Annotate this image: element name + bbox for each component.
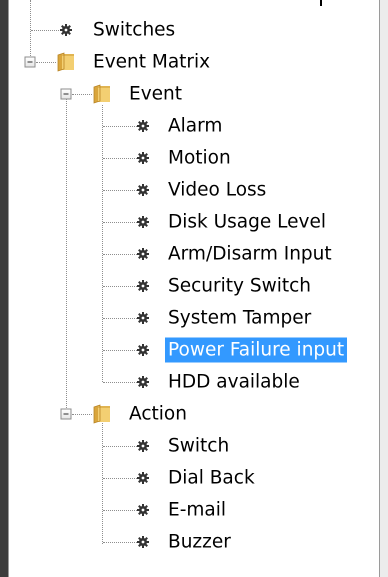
tree-item-motion[interactable]: Motion	[0, 142, 388, 174]
gear-icon	[137, 376, 150, 389]
gear-icon	[60, 24, 73, 37]
gear-icon	[137, 472, 150, 485]
gear-icon	[137, 120, 150, 133]
tree-item-label: Switch	[168, 435, 230, 457]
tree-item-label: Arm/Disarm Input	[168, 243, 332, 265]
tree-item-arm-disarm-input[interactable]: Arm/Disarm Input	[0, 238, 388, 270]
tree-item-hdd-available[interactable]: HDD available	[0, 366, 388, 398]
tree-item-switches[interactable]: Switches	[0, 14, 388, 46]
gear-icon	[137, 152, 150, 165]
tree-item-label: Alarm	[168, 115, 223, 137]
gear-icon	[137, 504, 150, 517]
tree-item-label-selected: Power Failure input	[165, 337, 348, 363]
tree-item-label: Security Switch	[168, 275, 312, 297]
tree-item-label: Video Loss	[168, 179, 267, 201]
tree-item-event-group[interactable]: Event	[0, 78, 388, 110]
tree-item-security-switch[interactable]: Security Switch	[0, 270, 388, 302]
tree-item-label: Motion	[168, 147, 231, 169]
gear-icon	[137, 536, 150, 549]
collapse-minus-icon[interactable]	[24, 56, 36, 68]
tree-item-label: System Tamper	[168, 307, 312, 329]
tree-item-label: E-mail	[168, 499, 227, 521]
folder-icon	[56, 51, 76, 73]
tree-item-video-loss[interactable]: Video Loss	[0, 174, 388, 206]
tree-item-system-tamper[interactable]: System Tamper	[0, 302, 388, 334]
tree-item-label: Action	[129, 403, 187, 425]
tree-item-power-failure-input[interactable]: Power Failure input	[0, 334, 388, 366]
folder-icon	[92, 83, 112, 105]
tree-item-label: Event	[129, 83, 182, 105]
tree-item-dial-back[interactable]: Dial Back	[0, 462, 388, 494]
gear-icon	[137, 184, 150, 197]
tree-item-label: Event Matrix	[93, 51, 211, 73]
tree-item-buzzer[interactable]: Buzzer	[0, 526, 388, 558]
tree-item-label: HDD available	[168, 371, 300, 393]
gear-icon	[137, 280, 150, 293]
clipped-tree-mark	[320, 0, 322, 6]
gear-icon	[137, 344, 150, 357]
tree-item-label: Switches	[93, 19, 176, 41]
gear-icon	[137, 440, 150, 453]
tree-item-event-matrix[interactable]: Event Matrix	[0, 46, 388, 78]
tree-item-label: Buzzer	[168, 531, 231, 553]
tree-item-alarm[interactable]: Alarm	[0, 110, 388, 142]
tree-item-e-mail[interactable]: E-mail	[0, 494, 388, 526]
tree-item-label: Dial Back	[168, 467, 255, 489]
folder-icon	[92, 403, 112, 425]
tree-item-switch[interactable]: Switch	[0, 430, 388, 462]
tree-item-disk-usage-level[interactable]: Disk Usage Level	[0, 206, 388, 238]
gear-icon	[137, 312, 150, 325]
collapse-minus-icon[interactable]	[60, 88, 72, 100]
tree-item-label: Disk Usage Level	[168, 211, 326, 233]
gear-icon	[137, 248, 150, 261]
collapse-minus-icon[interactable]	[60, 408, 72, 420]
gear-icon	[137, 216, 150, 229]
tree-item-action-group[interactable]: Action	[0, 398, 388, 430]
